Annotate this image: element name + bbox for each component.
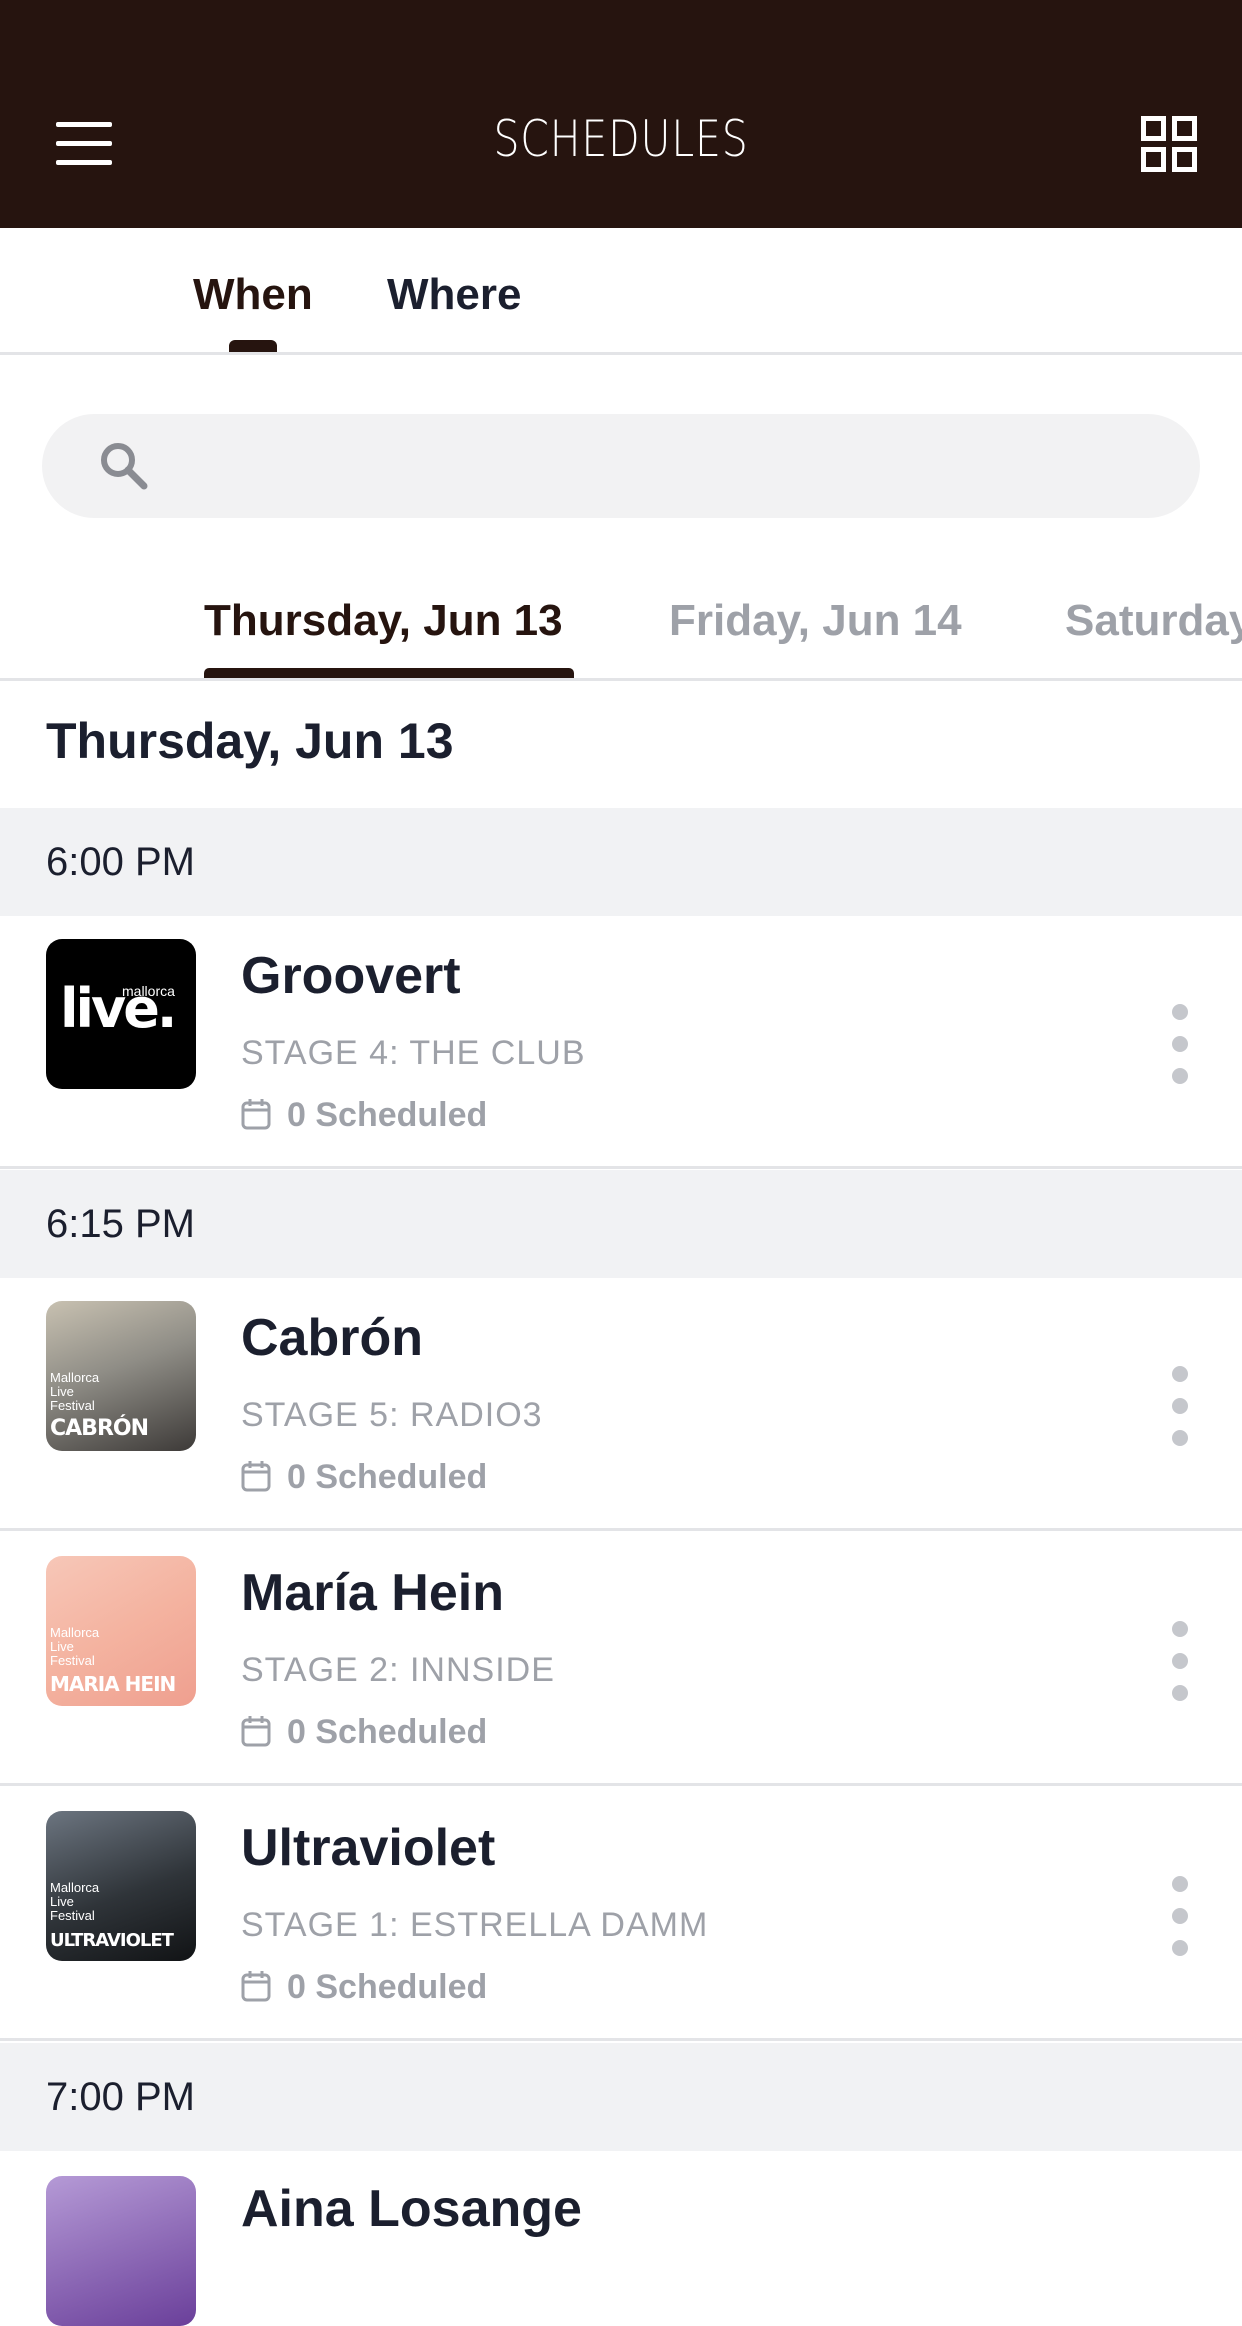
tab-day-thursday[interactable]: Thursday, Jun 13 <box>204 596 563 646</box>
time-group-header: 6:00 PM <box>0 808 1242 916</box>
list-item[interactable]: Mallorca Live Festival MARIA HEIN María … <box>0 1533 1242 1786</box>
page-title: SCHEDULES <box>493 110 749 168</box>
more-options-icon[interactable] <box>1165 1876 1195 1956</box>
stage-label: STAGE 4: THE CLUB <box>241 1034 586 1072</box>
more-options-icon[interactable] <box>1165 1366 1195 1446</box>
time-label: 6:15 PM <box>46 1202 195 1246</box>
thumbnail-small-text: Mallorca Live Festival <box>50 1880 100 1923</box>
scheduled-count: 0 Scheduled <box>241 1096 487 1135</box>
list-item[interactable]: Aina Losange <box>0 2151 1242 2326</box>
tab-when[interactable]: When <box>193 270 313 320</box>
artist-name: Ultraviolet <box>241 1819 496 1877</box>
hamburger-menu-icon[interactable] <box>56 122 112 166</box>
search-input[interactable] <box>172 414 1156 520</box>
scheduled-text: 0 Scheduled <box>287 1713 488 1751</box>
scheduled-text: 0 Scheduled <box>287 1968 488 2006</box>
thumbnail-small-text: Mallorca Live Festival <box>50 1625 100 1668</box>
day-heading: Thursday, Jun 13 <box>46 713 454 769</box>
scheduled-count: 0 Scheduled <box>241 1713 487 1752</box>
artist-thumbnail <box>46 2176 196 2326</box>
artist-thumbnail: Mallorca Live Festival CABRÓN <box>46 1301 196 1451</box>
artist-name: Aina Losange <box>241 2180 582 2238</box>
list-item[interactable]: Mallorca Live Festival ULTRAVIOLET Ultra… <box>0 1788 1242 2041</box>
stage-label: STAGE 1: ESTRELLA DAMM <box>241 1906 709 1944</box>
list-item[interactable]: Mallorca Live Festival CABRÓN Cabrón STA… <box>0 1278 1242 1531</box>
thumbnail-caption: ULTRAVIOLET <box>50 1930 174 1951</box>
active-tab-indicator <box>229 340 277 352</box>
thumbnail-caption: CABRÓN <box>50 1416 149 1441</box>
artist-name: Groovert <box>241 947 461 1005</box>
mode-tabs: When Where <box>0 228 1242 355</box>
time-label: 7:00 PM <box>46 2075 195 2119</box>
artist-name: Cabrón <box>241 1309 423 1367</box>
thumbnail-small-text: mallorca <box>122 983 175 999</box>
tab-day-friday[interactable]: Friday, Jun 14 <box>669 596 962 646</box>
time-group-header: 6:15 PM <box>0 1170 1242 1278</box>
search-icon <box>101 443 148 490</box>
more-options-icon[interactable] <box>1165 1004 1195 1084</box>
day-tabs: Thursday, Jun 13 Friday, Jun 14 Saturday <box>0 560 1242 681</box>
thumbnail-small-text: Mallorca Live Festival <box>50 1370 100 1413</box>
calendar-icon <box>241 1099 271 1130</box>
artist-name: María Hein <box>241 1564 504 1622</box>
stage-label: STAGE 2: INNSIDE <box>241 1651 555 1689</box>
tab-day-saturday[interactable]: Saturday <box>1065 596 1242 646</box>
grid-view-icon[interactable] <box>1141 116 1197 172</box>
scheduled-text: 0 Scheduled <box>287 1458 488 1496</box>
tab-where[interactable]: Where <box>387 270 521 320</box>
calendar-icon <box>241 1716 271 1747</box>
active-day-indicator <box>204 668 574 678</box>
scheduled-text: 0 Scheduled <box>287 1096 488 1134</box>
search-bar[interactable] <box>42 414 1200 520</box>
thumbnail-caption: MARIA HEIN <box>50 1672 176 1696</box>
list-item[interactable]: live. mallorca Groovert STAGE 4: THE CLU… <box>0 916 1242 1169</box>
time-label: 6:00 PM <box>46 840 195 884</box>
artist-thumbnail: live. mallorca <box>46 939 196 1089</box>
time-group-header: 7:00 PM <box>0 2043 1242 2151</box>
artist-thumbnail: Mallorca Live Festival ULTRAVIOLET <box>46 1811 196 1961</box>
app-bar: SCHEDULES <box>0 0 1242 228</box>
calendar-icon <box>241 1971 271 2002</box>
more-options-icon[interactable] <box>1165 1621 1195 1701</box>
artist-thumbnail: Mallorca Live Festival MARIA HEIN <box>46 1556 196 1706</box>
scheduled-count: 0 Scheduled <box>241 1458 487 1497</box>
calendar-icon <box>241 1461 271 1492</box>
scheduled-count: 0 Scheduled <box>241 1968 487 2007</box>
stage-label: STAGE 5: RADIO3 <box>241 1396 543 1434</box>
